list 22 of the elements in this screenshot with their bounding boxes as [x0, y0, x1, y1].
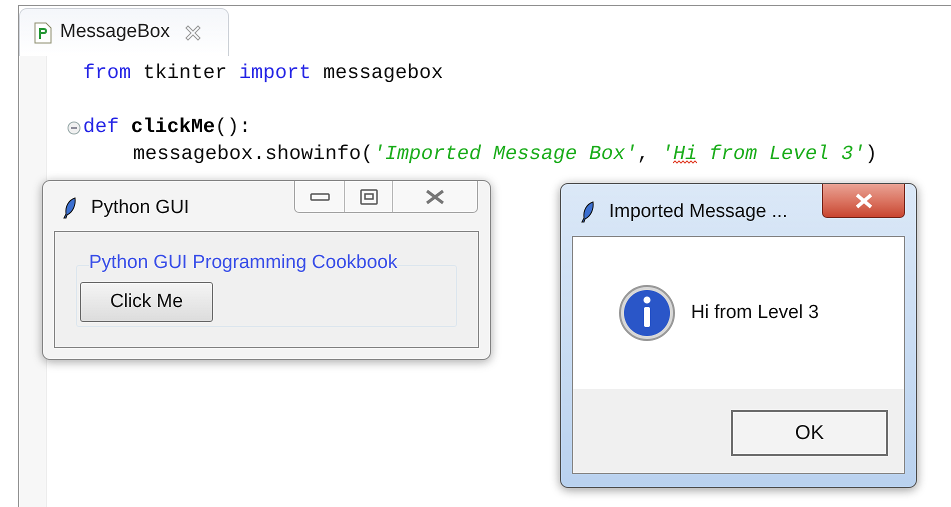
fold-toggle-icon[interactable]	[67, 120, 81, 134]
editor-tab[interactable]: MessageBox	[19, 8, 229, 56]
close-icon	[854, 192, 874, 208]
frame-label: Python GUI Programming Cookbook	[89, 251, 398, 275]
feather-icon	[581, 201, 595, 224]
code-line: messagebox.showinfo('Imported Message Box', 'Hi from Level 3')	[133, 142, 878, 168]
code-line: def clickMe():	[83, 115, 252, 141]
close-icon	[424, 188, 446, 204]
click-me-button[interactable]: Click Me	[80, 282, 213, 322]
close-button[interactable]	[822, 184, 905, 218]
minimize-icon	[310, 192, 330, 200]
feather-icon	[63, 197, 77, 220]
info-icon	[618, 284, 676, 342]
ok-button[interactable]: OK	[731, 410, 888, 456]
code-line: from tkinter import messagebox	[83, 61, 444, 87]
message-text: Hi from Level 3	[691, 300, 819, 325]
close-icon[interactable]	[184, 24, 202, 42]
tab-title: MessageBox	[60, 20, 170, 44]
window-title: Python GUI	[91, 196, 190, 220]
python-file-icon	[34, 22, 52, 44]
maximize-icon	[360, 188, 378, 204]
dialog-title: Imported Message ...	[609, 200, 788, 224]
